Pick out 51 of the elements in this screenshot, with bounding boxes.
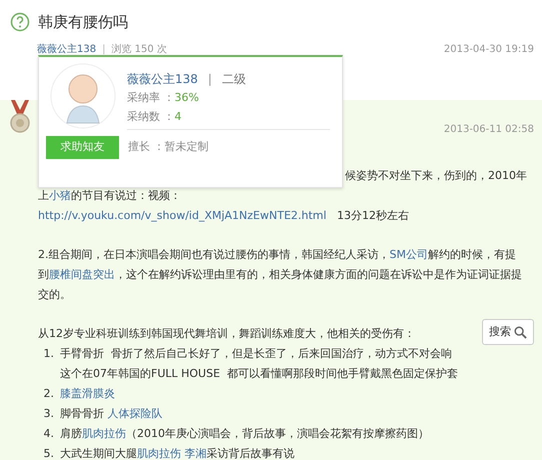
- body-text: 脚骨骨折: [60, 407, 104, 420]
- stat-value: 36%: [174, 90, 199, 106]
- search-icon: [514, 326, 527, 338]
- separator: |: [102, 42, 106, 56]
- body-text: 2.组合期间，在日本演唱会期间也有说过腰伤的事情，韩国经纪人采访，: [38, 248, 390, 261]
- body-text: 13分12秒左右: [336, 209, 409, 222]
- user-name-link[interactable]: 薇薇公主138: [127, 70, 198, 88]
- search-button[interactable]: 搜索: [482, 319, 534, 345]
- body-text: 采访背后故事有说: [206, 447, 294, 460]
- asker-link[interactable]: 薇薇公主138: [37, 42, 96, 56]
- avatar-icon: [50, 63, 116, 129]
- question-title: 韩庚有腰伤吗: [38, 12, 128, 33]
- body-text: 解约的时候，有提: [428, 248, 516, 261]
- text-link[interactable]: 人体探险队: [104, 407, 162, 420]
- text-link[interactable]: 小猪: [49, 189, 71, 202]
- answer-date: 2013-06-11 02:58: [444, 123, 534, 136]
- separator: |: [208, 71, 212, 88]
- stat-value: 4: [174, 109, 182, 126]
- body-text: 的节目有说过：视频：: [71, 189, 181, 202]
- body-text: 肩膀: [60, 427, 82, 440]
- text-link[interactable]: 膝盖滑膜炎: [60, 387, 115, 400]
- specialty-label: 擅长 ：: [128, 139, 164, 156]
- body-text: ，这个在解约诉讼理由里有的，相关身体健康方面的问题在诉讼中是作为证词证据提: [115, 268, 522, 281]
- body-text: 大武生期间大腿: [60, 447, 137, 460]
- body-text: 手臂骨折 骨折了然后自己长好了，但是长歪了，后来回国治疗，动方式不对会响: [60, 347, 452, 360]
- specialty-value: 暂未定制: [164, 139, 208, 156]
- body-text: 这个在07年韩国的FULL HOUSE 都可以看懂啊那段时间他手臂戴黑色固定保护套: [60, 367, 458, 380]
- text-link[interactable]: 腰椎间盘突出: [49, 268, 115, 281]
- text-link[interactable]: 肌肉拉伤: [82, 427, 126, 440]
- list-number: 2.: [42, 386, 55, 402]
- body-text: 上: [38, 189, 49, 202]
- body-text: 从12岁专业科班训练到韩国现代舞培训，舞蹈训练难度大，他相关的受伤有：: [38, 327, 415, 340]
- text-link[interactable]: http://v.youku.com/v_show/id_XMjA1NzEwNTE2.html: [38, 209, 326, 222]
- list-number: 5.: [42, 446, 55, 460]
- text-link[interactable]: 李湘: [181, 447, 206, 460]
- stat-label: 采纳数 ：: [127, 109, 174, 126]
- list-number: 4.: [42, 426, 55, 442]
- medal-icon: [9, 100, 31, 134]
- body-text: 到: [38, 268, 49, 281]
- body-text: （2010年庚心演唱会，背后故事，演唱会花絮有按摩擦药图）: [126, 427, 429, 440]
- body-text: 交的。: [38, 288, 71, 301]
- question-icon: [10, 12, 30, 32]
- list-number: 3.: [42, 406, 55, 422]
- text-link[interactable]: SM公司: [390, 248, 428, 261]
- stat-label: 采纳率 ：: [127, 90, 174, 106]
- user-level: 二级: [222, 71, 246, 88]
- body-text: 候姿势不对坐下来，伤到的，2010年: [345, 169, 527, 182]
- text-link[interactable]: 肌肉拉伤: [137, 447, 181, 460]
- view-count: 浏览 150 次: [111, 42, 167, 56]
- question-date: 2013-04-30 19:19: [444, 42, 534, 56]
- list-number: 1.: [42, 346, 55, 362]
